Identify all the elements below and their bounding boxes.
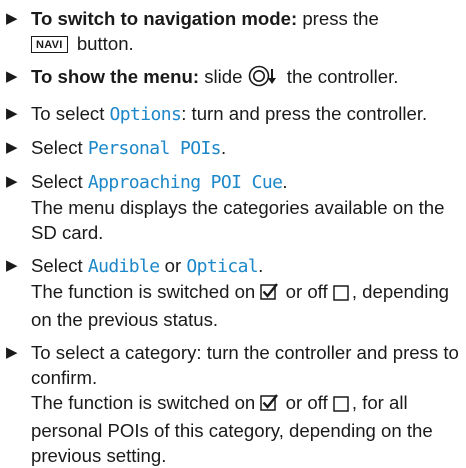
step-text: . <box>220 137 227 158</box>
step-marker: ▶ <box>6 139 18 156</box>
step-text: : turn and press the controller. <box>181 103 428 124</box>
menu-item-approaching-poi-cue: Approaching POI Cue <box>87 172 283 193</box>
step-text: Select <box>31 171 88 192</box>
menu-item-optical: Optical <box>186 256 259 277</box>
step-text: To select a category: turn the controlle… <box>31 342 459 388</box>
step-result-text: The menu displays the categories availab… <box>31 197 445 243</box>
step-heading: To switch to navigation mode: <box>31 8 298 29</box>
step-select-options: ▶ To select Options: turn and press the … <box>5 101 460 127</box>
step-marker: ▶ <box>6 68 18 85</box>
step-select-approaching-poi-cue: ▶ Select Approaching POI Cue. The menu d… <box>5 169 460 245</box>
step-text: Select <box>31 255 88 276</box>
step-text: button. <box>71 33 134 54</box>
step-text: or <box>159 255 187 276</box>
checkbox-unchecked-icon <box>333 282 350 307</box>
checkbox-unchecked-icon <box>333 393 350 418</box>
step-select-category: ▶ To select a category: turn the control… <box>5 340 460 468</box>
step-marker: ▶ <box>6 173 18 190</box>
checkbox-checked-icon <box>260 393 279 418</box>
step-marker: ▶ <box>6 257 18 274</box>
controller-slide-down-icon <box>248 65 280 93</box>
step-navigation-mode: ▶ To switch to navigation mode: press th… <box>5 6 460 56</box>
menu-item-audible: Audible <box>87 256 160 277</box>
menu-item-personal-pois: Personal POIs <box>87 138 222 159</box>
instruction-page: ▶ To switch to navigation mode: press th… <box>0 0 466 468</box>
step-show-menu: ▶ To show the menu: slide the controller… <box>5 64 460 93</box>
step-text: the controller. <box>281 66 399 87</box>
step-result-text: The function is switched on <box>31 281 261 302</box>
step-select-audible-optical: ▶ Select Audible or Optical. The functio… <box>5 253 460 332</box>
step-marker: ▶ <box>6 105 18 122</box>
step-result-text: The function is switched on <box>31 392 261 413</box>
step-text: . <box>282 171 288 192</box>
step-text: . <box>258 255 264 276</box>
step-result-text: or off <box>280 392 333 413</box>
step-marker: ▶ <box>6 10 18 27</box>
step-text: slide <box>199 66 248 87</box>
checkbox-checked-icon <box>260 282 279 307</box>
step-heading: To show the menu: <box>31 66 200 87</box>
menu-item-options: Options <box>109 104 182 125</box>
step-text: Select <box>31 137 88 158</box>
navi-button-key: NAVI <box>31 36 68 53</box>
step-result-text: or off <box>280 281 333 302</box>
step-text: To select <box>31 103 110 124</box>
step-select-personal-pois: ▶ Select Personal POIs. <box>5 135 460 161</box>
step-text: press the <box>297 8 379 29</box>
step-marker: ▶ <box>6 344 18 361</box>
